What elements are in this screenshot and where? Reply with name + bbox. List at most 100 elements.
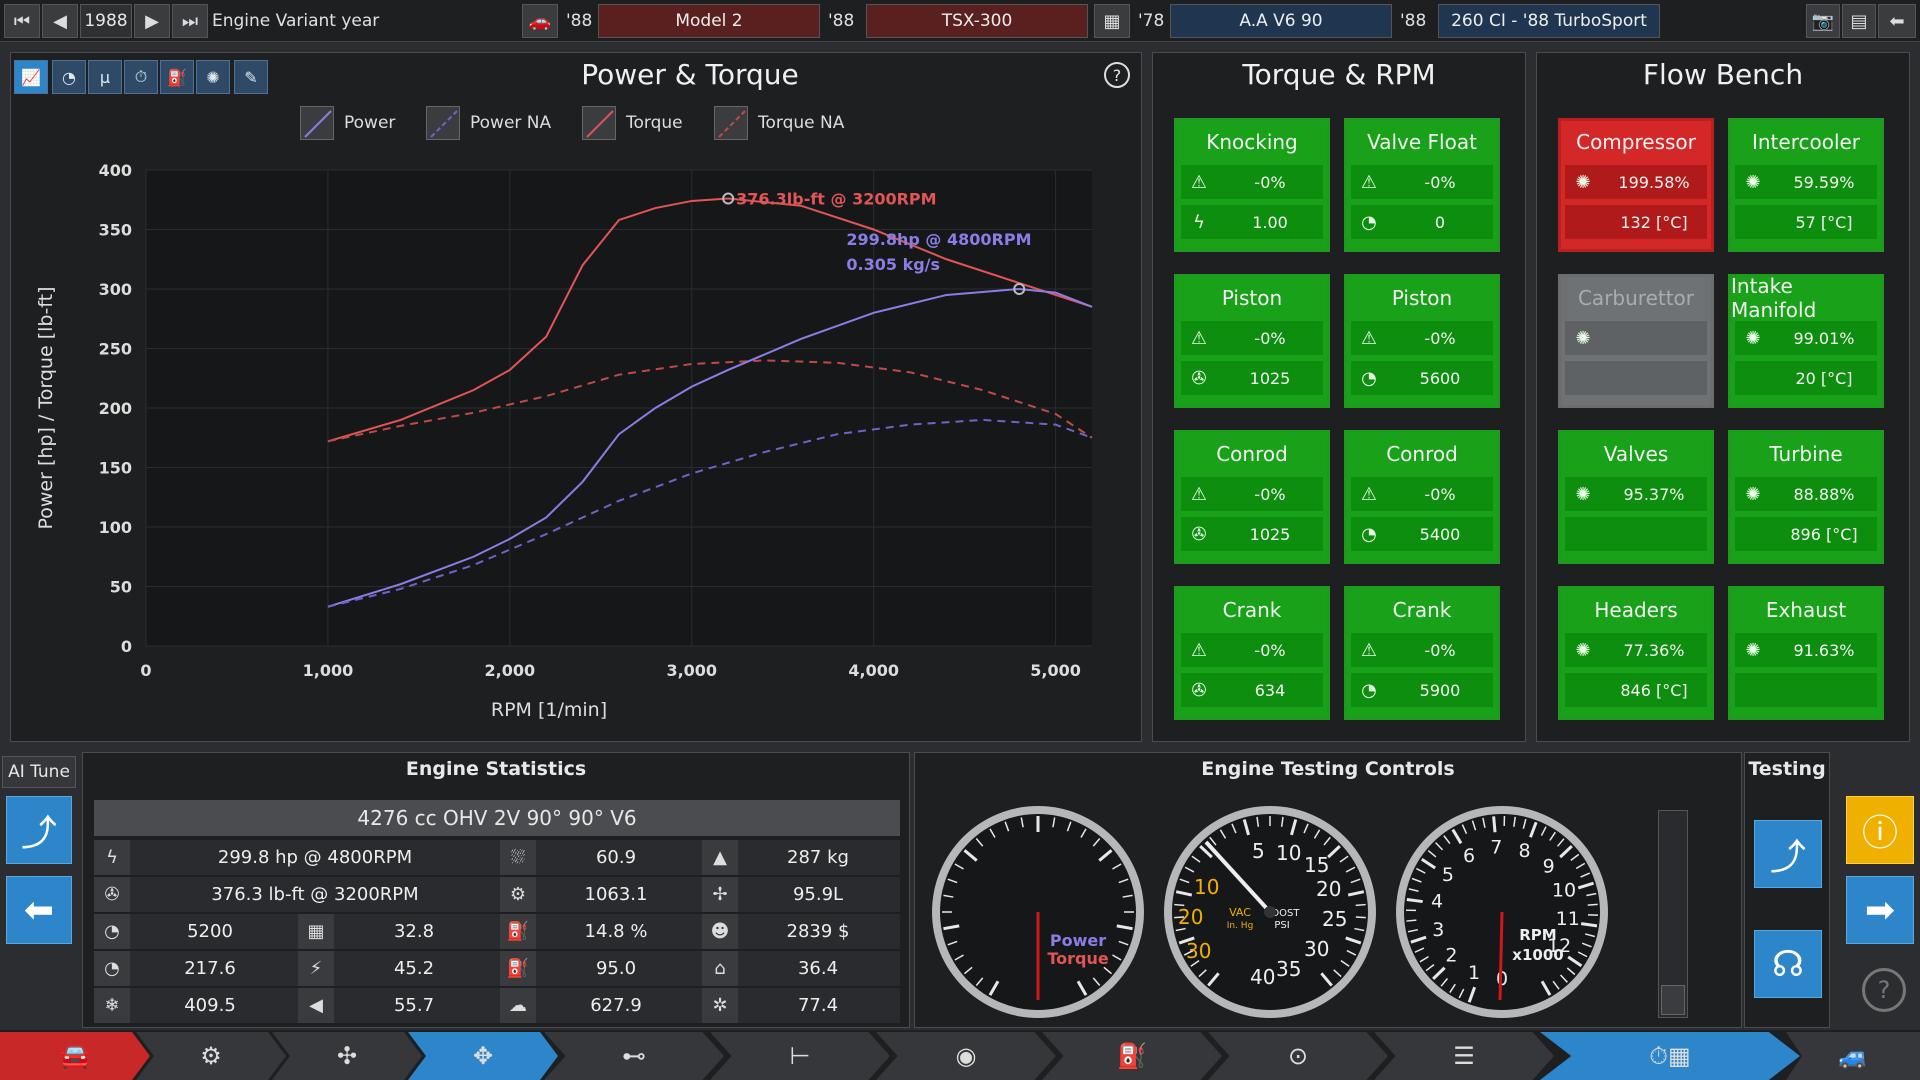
- vac-10: 10: [1194, 875, 1219, 899]
- tab-turbo-icon[interactable]: ◉: [876, 1032, 1056, 1080]
- torque-annotation: 376.3lb-ft @ 3200RPM: [736, 190, 936, 209]
- legend-power-na-label: Power NA: [470, 113, 552, 133]
- y-tick-label: 400: [99, 161, 132, 180]
- cell-row-2: 20 [°C]: [1735, 361, 1877, 395]
- graph-icon[interactable]: 📈: [14, 60, 48, 94]
- cell-value-1: -0%: [1424, 640, 1456, 660]
- boost-20: 20: [1316, 877, 1341, 901]
- cell-value-1: -0%: [1254, 484, 1286, 504]
- gauge-tick: [1355, 916, 1366, 919]
- skip-forward-icon[interactable]: ⏭: [172, 4, 208, 38]
- timer-icon[interactable]: ⏱: [124, 60, 158, 94]
- tab-fuel-icon[interactable]: ⛽: [1042, 1032, 1222, 1080]
- tab-bottom-end-icon[interactable]: ✣: [272, 1032, 422, 1080]
- help-icon-bottom[interactable]: ?: [1862, 968, 1906, 1012]
- variant-year: '88: [1400, 11, 1427, 31]
- cell-value-1: 77.36%: [1623, 640, 1685, 660]
- variant-field[interactable]: 260 CI - '88 TurboSport: [1438, 4, 1660, 38]
- vac-unit: In. Hg: [1227, 921, 1254, 931]
- back-arrow-icon[interactable]: ⬅: [1878, 4, 1916, 38]
- fuel-icon[interactable]: ⛽: [160, 60, 194, 94]
- car-icon[interactable]: 🚗: [522, 4, 558, 38]
- rpm-number: 6: [1463, 845, 1475, 867]
- legend-power[interactable]: Power: [300, 104, 395, 142]
- cost-icon: ☻: [702, 914, 738, 949]
- calculator-icon[interactable]: ▤: [1842, 4, 1876, 38]
- tab-top-end-icon[interactable]: ✥: [408, 1032, 558, 1080]
- cell-row-1: ⚠ -0%: [1351, 477, 1493, 511]
- rpm-gauge: 0123456 7 89101112 RPM x1000: [1396, 806, 1608, 1018]
- cold-icon: ❄: [94, 988, 130, 1023]
- throttle-handle[interactable]: [1661, 985, 1685, 1015]
- cell-title: Valve Float: [1367, 130, 1477, 154]
- x-tick-label: 4,000: [848, 661, 899, 680]
- cell-row-1: ⚠ -0%: [1181, 165, 1323, 199]
- cell-title: Piston: [1391, 286, 1453, 310]
- help-icon[interactable]: ?: [1104, 62, 1130, 88]
- tab-dyno-icon[interactable]: ⏱▦: [1540, 1032, 1800, 1080]
- y-tick-label: 300: [99, 280, 132, 299]
- dyno-run-button[interactable]: ☊: [1754, 930, 1822, 998]
- dyno-graph-button[interactable]: ⤴: [1754, 820, 1822, 888]
- fuel-tank-icon: ⛽: [500, 914, 536, 949]
- flow-bench-cell-3: Intake Manifold ✺ 99.01% 20 [°C]: [1728, 274, 1884, 408]
- legend-torque-na[interactable]: Torque NA: [714, 104, 844, 142]
- blank-icon: [1565, 517, 1601, 551]
- radiator-icon[interactable]: ✺: [196, 60, 230, 94]
- warning-button[interactable]: ⓘ: [1846, 796, 1914, 864]
- tab-camshaft-icon[interactable]: ⊷: [544, 1032, 724, 1080]
- blank-icon: [1565, 673, 1601, 707]
- stat-value: 217.6: [184, 958, 236, 979]
- skip-back-icon[interactable]: ⏮: [4, 4, 40, 38]
- tab-family-icon[interactable]: ⚙: [136, 1032, 286, 1080]
- rpm-dial-icon: ◔: [1361, 679, 1377, 701]
- trim-field[interactable]: TSX-300: [866, 4, 1088, 38]
- gauge-icon[interactable]: ◔: [52, 60, 86, 94]
- stat-value: 299.8 hp @ 4800RPM: [217, 847, 413, 868]
- gauge-tick: [1406, 919, 1417, 922]
- y-axis-label: Power [hp] / Torque [lb-ft]: [35, 286, 57, 529]
- boost-40: 40: [1250, 965, 1275, 989]
- cell-value-1: 95.37%: [1623, 484, 1685, 504]
- rpm-dial-icon: ◔: [1361, 211, 1377, 233]
- y-tick-label: 50: [110, 578, 132, 597]
- cell-row-1: ✺: [1565, 321, 1707, 355]
- legend-torque[interactable]: Torque: [582, 104, 683, 142]
- prev-year-button[interactable]: ◀: [42, 4, 78, 38]
- cell-title: Turbine: [1769, 442, 1843, 466]
- tab-car-engine-icon[interactable]: 🚙: [1786, 1032, 1920, 1080]
- stat-value: 36.4: [797, 958, 839, 979]
- torque-icon: ✇: [94, 877, 130, 912]
- mu-icon[interactable]: μ: [88, 60, 122, 94]
- tool-icon[interactable]: ✎: [234, 60, 268, 94]
- next-button[interactable]: ➡: [1846, 876, 1914, 944]
- cell-row-2: 57 [°C]: [1735, 205, 1877, 239]
- cell-value-2: 634: [1254, 680, 1286, 700]
- cell-row-1: ✺ 199.58%: [1565, 165, 1707, 199]
- efficiency-icon: ⚙: [500, 877, 536, 912]
- family-field[interactable]: A.A V6 90: [1170, 4, 1392, 38]
- engine-icon[interactable]: ▦: [1094, 4, 1130, 38]
- tab-car-icon[interactable]: 🚘: [0, 1032, 150, 1080]
- stat-row-4: ❄ 409.5 ◀ 55.7 ☁ 627.9 ✲ 77.4: [94, 988, 900, 1023]
- cell-row-1: ✺ 77.36%: [1565, 633, 1707, 667]
- back-button[interactable]: ⬅: [6, 876, 72, 944]
- ai-tune-graph-button[interactable]: ⤴: [6, 796, 72, 864]
- blank-icon: [1565, 361, 1601, 395]
- tab-tuning-icon[interactable]: ⊙: [1208, 1032, 1388, 1080]
- reliability-icon: ✲: [702, 988, 738, 1023]
- fan-icon: ✺: [1745, 483, 1761, 505]
- legend-power-na[interactable]: Power NA: [426, 104, 551, 142]
- stat-value: 95.0: [595, 958, 637, 979]
- next-year-button[interactable]: ▶: [134, 4, 170, 38]
- model-field[interactable]: Model 2: [598, 4, 820, 38]
- cell-value-1: -0%: [1254, 172, 1286, 192]
- camera-icon[interactable]: 📷: [1806, 4, 1840, 38]
- knock-icon: ⚠: [1190, 171, 1208, 193]
- boost-10: 10: [1276, 841, 1301, 865]
- tab-exhaust-icon[interactable]: ☰: [1374, 1032, 1554, 1080]
- throttle-slider[interactable]: [1658, 810, 1688, 1018]
- tab-intake-icon[interactable]: ⊢: [710, 1032, 890, 1080]
- knock-icon: ⚠: [1360, 483, 1378, 505]
- cell-title: Conrod: [1216, 442, 1288, 466]
